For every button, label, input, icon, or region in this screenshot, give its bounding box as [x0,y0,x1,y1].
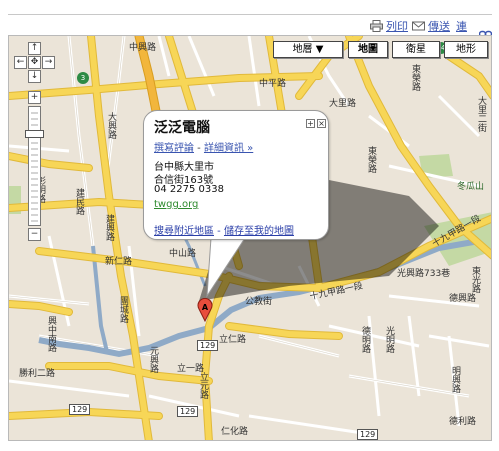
road-label-lixin2: 立元路 [198,372,208,399]
map-toolbar: 列印 傳送 連結 [8,14,493,49]
road-label-guangming: 光明路 [384,326,394,353]
road-label-dongrong2: 東榮路 [366,146,376,173]
road-label-renhua: 仁化路 [221,427,249,437]
road-label-zhongxing: 中興路 [129,43,157,53]
road-label-dali: 大里路 [329,99,357,109]
pan-left-button[interactable]: ← [14,56,27,69]
info-links: 撰寫評論 - 詳細資訊 » [154,139,253,154]
place-label-dongguashan: 冬瓜山 [457,182,485,192]
zoom-slider-thumb[interactable] [25,130,44,138]
road-label-dexin2: 德明路 [360,326,370,353]
road-label-zhongshan: 中山路 [169,249,197,259]
road-label-dongguang: 東光路 [470,266,480,293]
email-button[interactable]: 傳送 [412,18,450,34]
pan-center-button[interactable]: ✥ [28,56,41,69]
road-label-lixin: 立仁路 [219,335,247,345]
road-label-jianmin: 建民路 [74,188,84,215]
map-canvas[interactable]: 大興路 彰明路 建民路 建興路 新仁路 中興路 大里路 中平路 東榮路 勝利二路… [8,35,492,441]
zoom-slider-track[interactable] [28,106,41,226]
phone-number: 04 2275 0338 [154,184,224,195]
maximize-icon[interactable]: + [306,119,315,128]
close-icon[interactable]: × [317,119,326,128]
action-separator: - [214,226,224,237]
road-label-tuancheng: 團城路 [118,296,128,323]
highway-shield-3: 3 [77,72,89,84]
printer-icon [370,20,383,32]
pan-up-button[interactable]: ↑ [28,42,41,55]
map-type-satellite-button[interactable]: 衛星 [392,41,440,58]
route-shield-129d: 129 [357,429,379,440]
road-label-dalu: 大里二街 [476,96,486,132]
map-pin-icon: A [197,297,213,323]
zoom-in-button[interactable]: + [28,91,41,104]
road-label-xinhe: 新仁路 [105,257,133,267]
print-button[interactable]: 列印 [370,18,408,34]
save-to-my-maps-link[interactable]: 儲存至我的地圖 [224,226,294,237]
page-frame: 列印 傳送 連結 [0,0,499,451]
map-type-terrain-button[interactable]: 地形 [444,41,488,58]
road-label-yuanxing: 元興路 [148,346,158,373]
search-nearby-link[interactable]: 搜尋附近地區 [154,226,214,237]
road-label-guangxing: 光興路733巷 [397,269,451,279]
road-label-mingxin: 明興路 [450,366,460,393]
pan-right-button[interactable]: → [42,56,55,69]
info-window-pointer [206,238,246,298]
write-review-link[interactable]: 撰寫評論 [154,143,194,154]
more-info-link[interactable]: 詳細資訊 » [204,143,253,154]
pan-down-button[interactable]: ↓ [28,70,41,83]
website-link[interactable]: twgg.org [154,199,198,210]
route-shield-129a: 129 [177,406,199,417]
link-separator: - [194,143,204,154]
road-label-dexin: 德利路 [449,417,477,427]
zoom-ticks [31,112,38,222]
road-label-jianxing: 建興路 [104,214,114,241]
zoom-out-button[interactable]: − [28,228,41,241]
road-label-dongrong: 東榮路 [410,64,420,91]
road-label-dexing: 德興路 [449,294,477,304]
route-shield-129c: 129 [69,404,91,415]
place-title: 泛泛電腦 [154,120,210,136]
info-actions: 搜尋附近地區 - 儲存至我的地圖 [154,222,294,237]
road-label-daxing: 大興路 [106,112,116,139]
road-label-shengli: 勝利二路 [19,369,56,379]
road-label-xingzhongnan: 興中南路 [46,316,56,352]
email-label: 傳送 [428,20,450,33]
location-marker-a[interactable]: A [197,297,213,323]
road-label-zhongping: 中平路 [259,79,287,89]
info-window: 泛泛電腦 + × 撰寫評論 - 詳細資訊 » 台中縣大里市 合信街163號 04… [143,110,329,240]
map-type-map-button[interactable]: 地圖 [348,41,388,58]
layers-dropdown[interactable]: 地層 ▼ [273,41,343,58]
envelope-icon [412,20,425,32]
route-shield-129b: 129 [197,340,219,351]
print-label: 列印 [386,20,408,33]
marker-label: A [202,303,209,312]
